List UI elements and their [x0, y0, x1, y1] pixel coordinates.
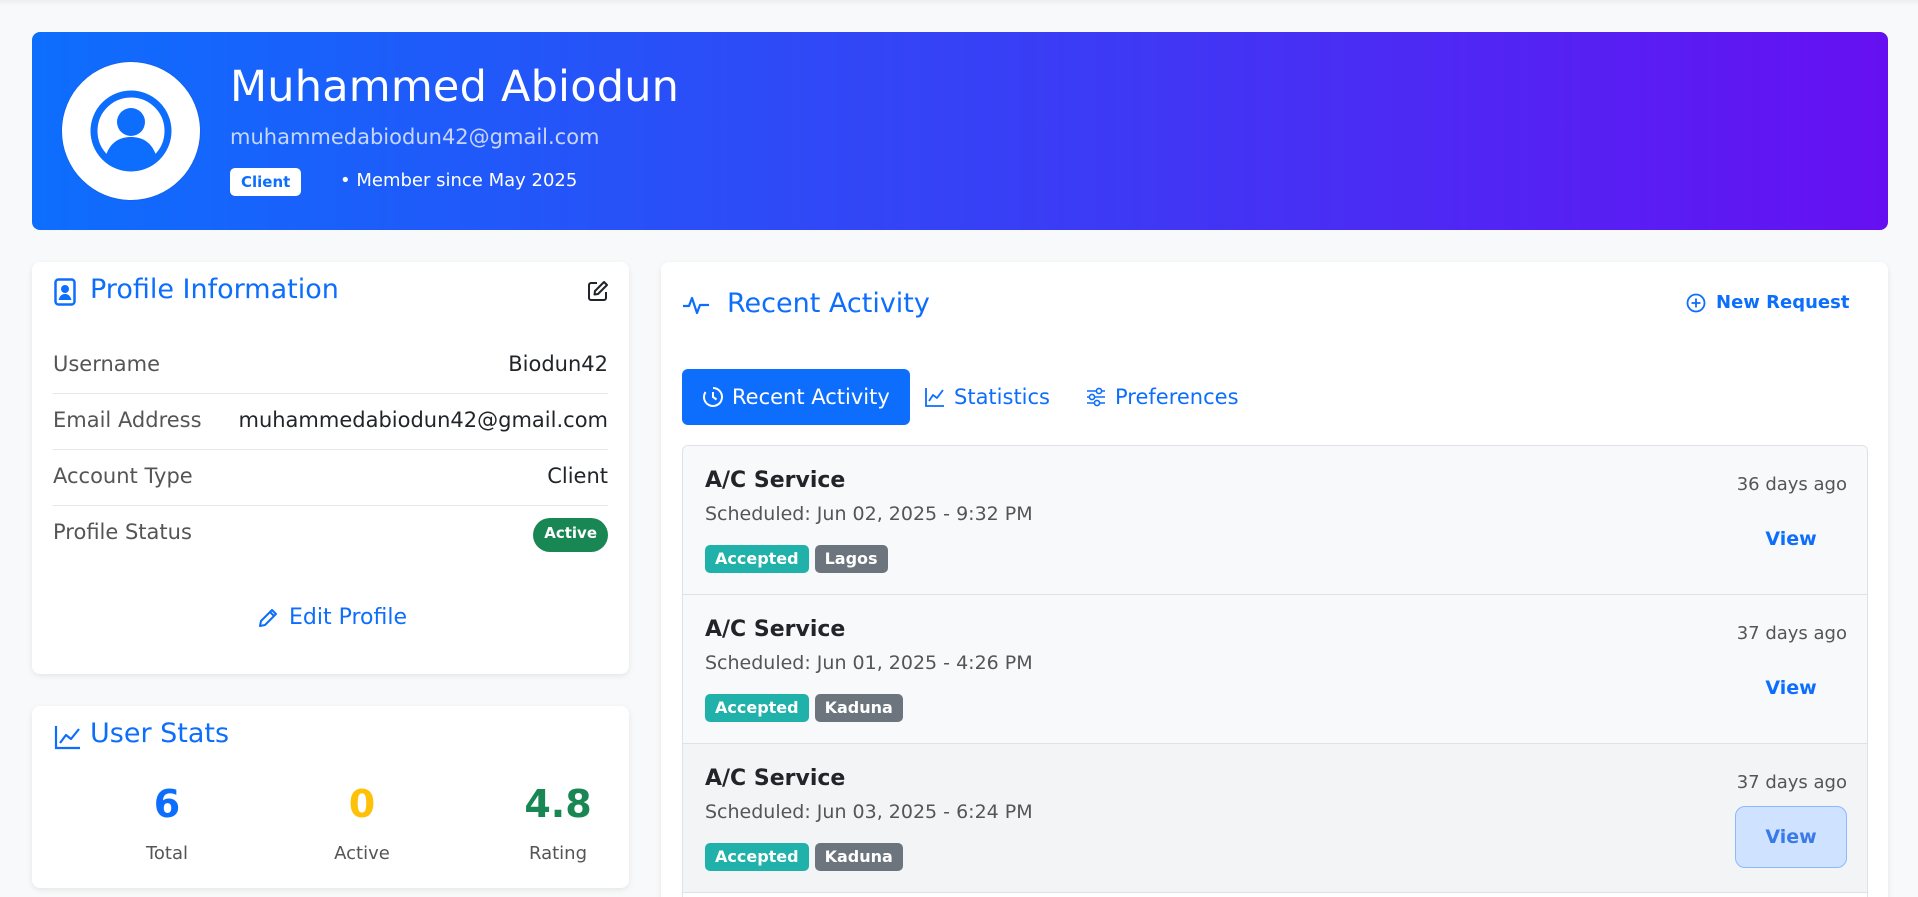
- stat-label: Rating: [528, 843, 588, 864]
- item-title: A/C Service: [705, 468, 846, 493]
- row-label: Account Type: [53, 464, 193, 488]
- edit-profile-label: Edit Profile: [289, 605, 408, 630]
- avatar: [62, 62, 200, 200]
- new-request-button[interactable]: New Request: [1686, 292, 1849, 313]
- item-title: A/C Service: [705, 766, 846, 791]
- tab-recent-activity[interactable]: Recent Activity: [682, 369, 910, 425]
- list-item[interactable]: A/C Service Scheduled: Jun 02, 2025 - 9:…: [683, 446, 1867, 595]
- activity-pulse-icon: [682, 294, 710, 316]
- tab-label: Preferences: [1115, 385, 1239, 409]
- user-stats-title: User Stats: [90, 718, 230, 749]
- chart-line-icon: [54, 724, 82, 750]
- item-scheduled: Scheduled: Jun 02, 2025 - 9:32 PM: [705, 503, 1033, 525]
- recent-activity-card: Recent Activity New Request Recent Activ…: [661, 262, 1888, 897]
- info-row-email: Email Address muhammedabiodun42@gmail.co…: [53, 394, 608, 450]
- status-badge: Accepted: [705, 843, 809, 871]
- profile-information-card: Profile Information Username Biodun42 Em…: [32, 262, 629, 674]
- profile-name: Muhammed Abiodun: [230, 62, 680, 112]
- row-label: Username: [53, 352, 161, 376]
- list-item[interactable]: A/C Service Scheduled: Jun 03, 2025 - 6:…: [683, 744, 1867, 893]
- row-label: Email Address: [53, 408, 202, 432]
- profile-information-title: Profile Information: [90, 274, 339, 305]
- row-value: muhammedabiodun42@gmail.com: [238, 408, 608, 432]
- view-button[interactable]: View: [1735, 508, 1847, 570]
- item-scheduled: Scheduled: Jun 03, 2025 - 6:24 PM: [705, 801, 1033, 823]
- info-row-profile-status: Profile Status Active: [53, 506, 608, 562]
- item-time-ago: 36 days ago: [1736, 474, 1847, 495]
- user-stats-card: User Stats 6 Total 0 Active 4.8 Rating: [32, 706, 629, 888]
- contact-card-icon: [54, 278, 76, 306]
- stat-value: 0: [348, 782, 376, 826]
- item-scheduled: Scheduled: Jun 01, 2025 - 4:26 PM: [705, 652, 1033, 674]
- stat-active: 0 Active: [272, 781, 452, 864]
- info-row-username: Username Biodun42: [53, 338, 608, 394]
- profile-email: muhammedabiodun42@gmail.com: [230, 125, 600, 149]
- chart-line-icon: [925, 388, 944, 407]
- location-badge: Kaduna: [814, 843, 903, 871]
- list-item[interactable]: A/C Service Scheduled: Jun 01, 2025 - 4:…: [683, 595, 1867, 744]
- plus-circle-icon: [1686, 293, 1706, 312]
- recent-activity-title: Recent Activity: [727, 288, 930, 319]
- item-tags: Accepted Kaduna: [705, 843, 903, 871]
- tab-preferences[interactable]: Preferences: [1065, 369, 1259, 425]
- info-row-account-type: Account Type Client: [53, 450, 608, 506]
- edit-profile-button[interactable]: Edit Profile: [257, 605, 407, 630]
- stat-value: 6: [153, 782, 181, 826]
- location-badge: Lagos: [814, 545, 888, 573]
- item-time-ago: 37 days ago: [1736, 772, 1847, 793]
- stat-rating: 4.8 Rating: [468, 781, 648, 864]
- row-label: Profile Status: [53, 520, 192, 544]
- tab-label: Statistics: [954, 385, 1050, 409]
- edit-square-icon[interactable]: [587, 280, 609, 302]
- clock-icon: [703, 387, 723, 407]
- sliders-icon: [1087, 387, 1105, 407]
- stat-total: 6 Total: [77, 781, 257, 864]
- row-value: Biodun42: [508, 352, 608, 376]
- row-value: Client: [547, 464, 608, 488]
- stat-label: Total: [145, 843, 189, 864]
- activity-list: A/C Service Scheduled: Jun 02, 2025 - 9:…: [682, 445, 1868, 897]
- tab-label: Recent Activity: [732, 385, 890, 409]
- view-button[interactable]: View: [1735, 806, 1847, 868]
- stat-value: 4.8: [524, 782, 592, 826]
- status-badge: Active: [533, 518, 608, 552]
- item-time-ago: 37 days ago: [1736, 623, 1847, 644]
- view-button[interactable]: View: [1735, 657, 1847, 719]
- location-badge: Kaduna: [814, 694, 903, 722]
- item-tags: Accepted Lagos: [705, 545, 888, 573]
- role-badge: Client: [230, 168, 302, 196]
- new-request-label: New Request: [1716, 292, 1850, 313]
- stat-label: Active: [334, 843, 390, 864]
- status-badge: Accepted: [705, 694, 809, 722]
- pencil-icon: [259, 608, 277, 627]
- top-shadow: [0, 0, 1918, 6]
- user-circle-icon: [90, 90, 172, 172]
- tab-statistics[interactable]: Statistics: [904, 369, 1050, 425]
- profile-header: Muhammed Abiodun muhammedabiodun42@gmail…: [32, 32, 1888, 230]
- status-badge: Accepted: [705, 545, 809, 573]
- item-tags: Accepted Kaduna: [705, 694, 903, 722]
- member-since: • Member since May 2025: [340, 170, 578, 191]
- item-title: A/C Service: [705, 617, 846, 642]
